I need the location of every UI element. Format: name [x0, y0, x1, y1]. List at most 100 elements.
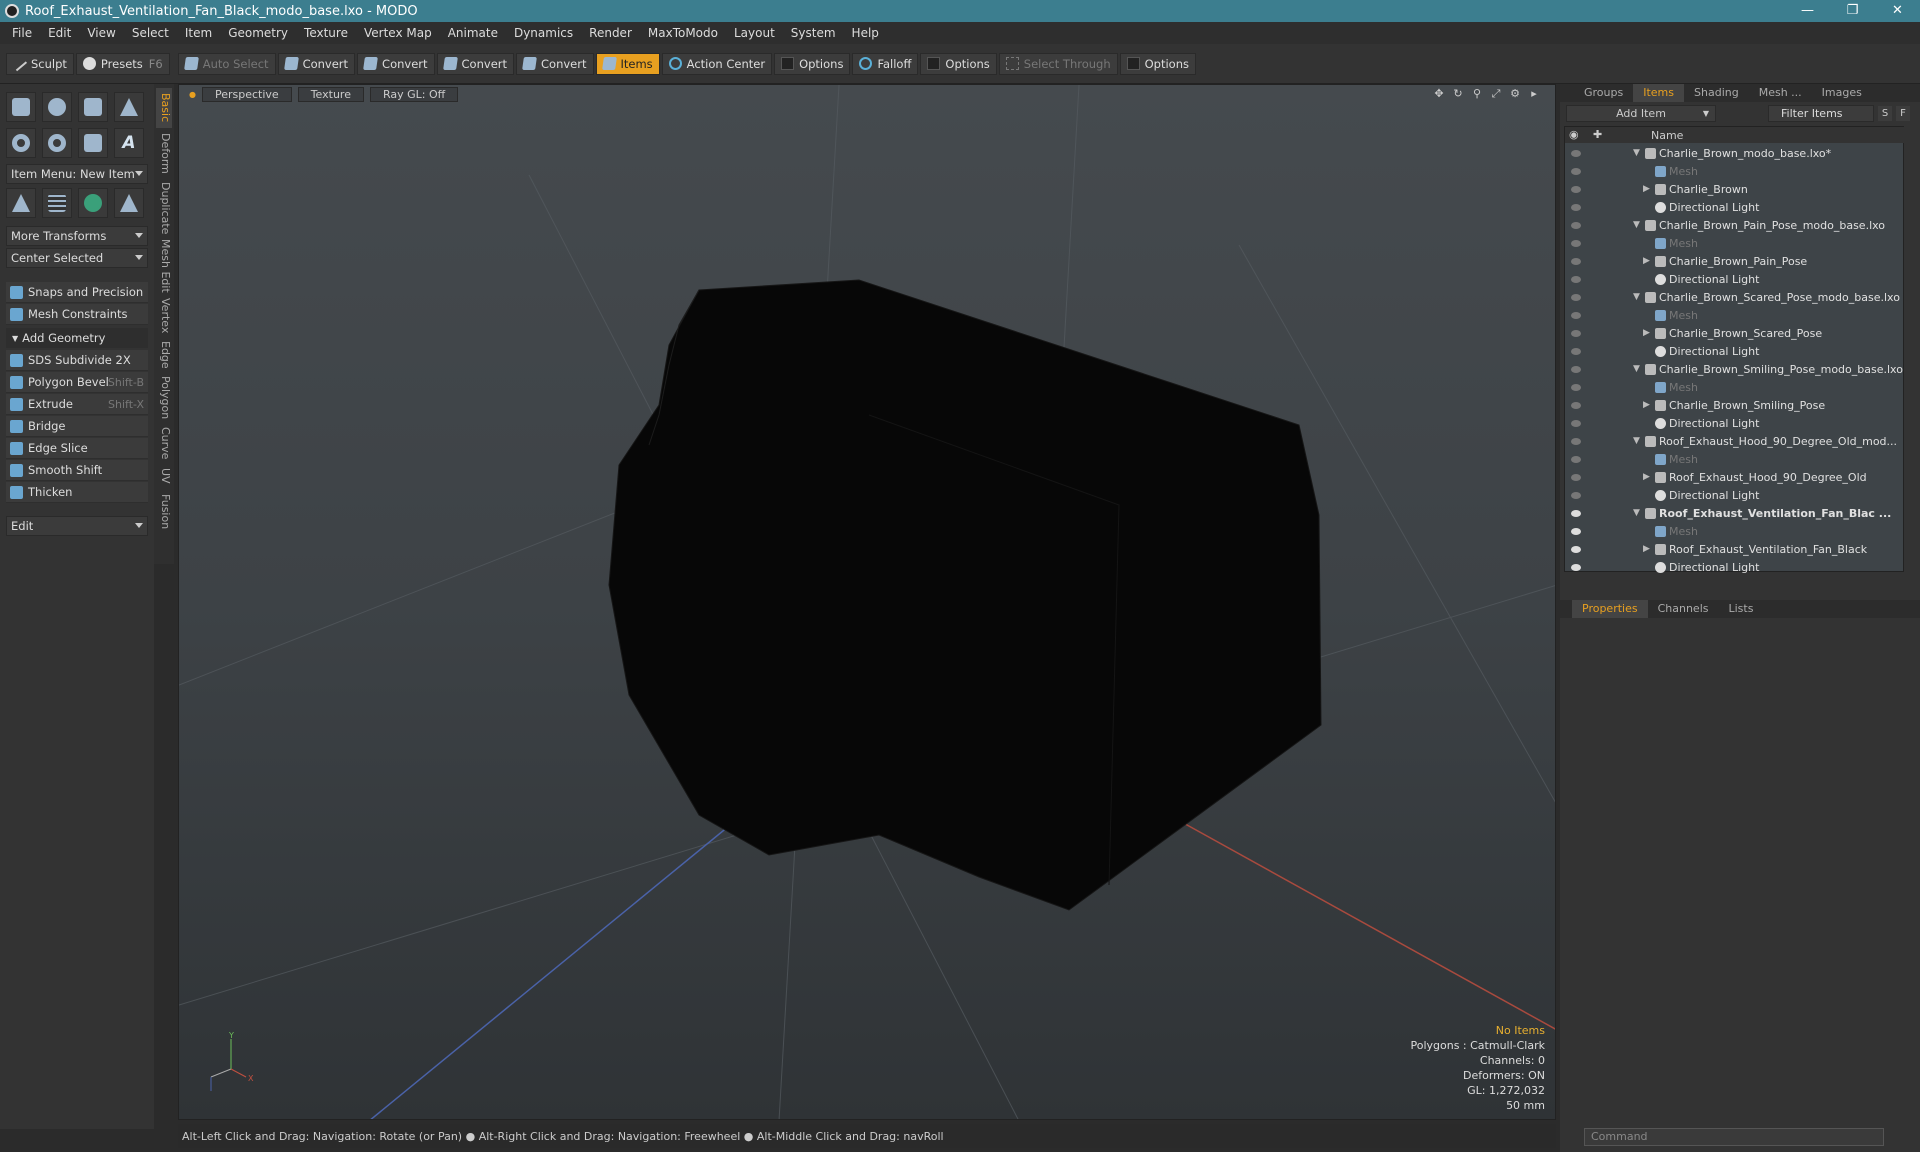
action-center-button[interactable]: Action Center: [661, 52, 773, 75]
item-list-row[interactable]: Directional Light: [1565, 559, 1905, 577]
smooth-shift-button[interactable]: Smooth Shift: [6, 460, 148, 481]
expand-triangle-icon[interactable]: ▶: [1643, 184, 1650, 194]
item-list-row[interactable]: ▶ Charlie_Brown_Pain_Pose: [1565, 253, 1905, 271]
visibility-eye-icon[interactable]: [1571, 312, 1581, 319]
menu-view[interactable]: View: [79, 26, 123, 40]
visibility-eye-icon[interactable]: [1571, 294, 1581, 301]
menu-dynamics[interactable]: Dynamics: [506, 26, 581, 40]
command-input[interactable]: Command: [1584, 1128, 1884, 1146]
visibility-eye-icon[interactable]: [1571, 384, 1581, 391]
visibility-eye-icon[interactable]: [1571, 240, 1581, 247]
visibility-eye-icon[interactable]: [1571, 204, 1581, 211]
item-list-row[interactable]: Mesh: [1565, 379, 1905, 397]
visibility-eye-icon[interactable]: [1571, 186, 1581, 193]
collapse-triangle-icon[interactable]: ▼: [1633, 508, 1640, 518]
expand-triangle-icon[interactable]: ▶: [1643, 328, 1650, 338]
add-item-dropdown[interactable]: Add Item ▼: [1566, 105, 1716, 122]
presets-button[interactable]: Presets F6: [75, 52, 170, 75]
visibility-eye-icon[interactable]: [1571, 564, 1581, 571]
auto-select-button[interactable]: Auto Select: [177, 52, 276, 75]
tab-groups[interactable]: Groups: [1574, 84, 1633, 102]
sphere-tool-button[interactable]: [42, 92, 72, 122]
play-arrow-icon[interactable]: ▸: [1527, 88, 1541, 100]
convert-polygons-button[interactable]: Convert: [436, 52, 515, 75]
visibility-eye-icon[interactable]: [1571, 438, 1581, 445]
tab-shading[interactable]: Shading: [1684, 84, 1749, 102]
polygon-bevel-button[interactable]: Polygon Bevel Shift-B: [6, 372, 148, 393]
collapse-triangle-icon[interactable]: ▼: [1633, 148, 1640, 158]
visibility-eye-icon[interactable]: [1571, 348, 1581, 355]
tab-properties[interactable]: Properties: [1572, 600, 1648, 618]
menu-edit[interactable]: Edit: [40, 26, 79, 40]
tab-duplicate[interactable]: Duplicate: [156, 180, 172, 236]
close-button[interactable]: ✕: [1875, 0, 1920, 22]
item-list-row[interactable]: ▼ Charlie_Brown_Pain_Pose_modo_base.lxo: [1565, 217, 1905, 235]
menu-render[interactable]: Render: [581, 26, 640, 40]
menu-item[interactable]: Item: [177, 26, 220, 40]
collapse-triangle-icon[interactable]: ▼: [1633, 436, 1640, 446]
visibility-eye-icon[interactable]: [1571, 222, 1581, 229]
pan-icon[interactable]: ✥: [1432, 88, 1446, 100]
viewport-menu-dot-icon[interactable]: ●: [189, 90, 196, 99]
collapse-triangle-icon[interactable]: ▼: [1633, 220, 1640, 230]
expand-triangle-icon[interactable]: ▶: [1643, 472, 1650, 482]
visibility-eye-icon[interactable]: [1571, 330, 1581, 337]
center-selected-dropdown[interactable]: Center Selected: [6, 248, 148, 268]
sds-subdivide-button[interactable]: SDS Subdivide 2X: [6, 350, 148, 371]
item-list-row[interactable]: Mesh: [1565, 235, 1905, 253]
menu-layout[interactable]: Layout: [726, 26, 783, 40]
zoom-icon[interactable]: ⚲: [1470, 88, 1484, 100]
item-list-row[interactable]: ▼ Roof_Exhaust_Hood_90_Degree_Old_mod...: [1565, 433, 1905, 451]
snaps-precision-button[interactable]: Snaps and Precision: [6, 282, 148, 303]
falloff-button[interactable]: Falloff: [852, 52, 919, 75]
bridge-button[interactable]: Bridge: [6, 416, 148, 437]
item-list-row[interactable]: ▼ Roof_Exhaust_Ventilation_Fan_Blac ...: [1565, 505, 1905, 523]
menu-help[interactable]: Help: [844, 26, 887, 40]
filter-s-button[interactable]: S: [1878, 106, 1892, 121]
texture-button[interactable]: Texture: [297, 86, 364, 102]
menu-vertex-map[interactable]: Vertex Map: [356, 26, 440, 40]
tab-basic[interactable]: Basic: [156, 88, 172, 128]
tab-images[interactable]: Images: [1812, 84, 1872, 102]
edge-slice-button[interactable]: Edge Slice: [6, 438, 148, 459]
visibility-eye-icon[interactable]: [1571, 366, 1581, 373]
3d-viewport[interactable]: ● Perspective Texture Ray GL: Off ✥ ↻ ⚲ …: [178, 84, 1556, 1120]
extrude-button[interactable]: Extrude Shift-X: [6, 394, 148, 415]
torus-tool-button[interactable]: [6, 128, 36, 158]
collapse-triangle-icon[interactable]: ▼: [1633, 292, 1640, 302]
visibility-column-eye-icon[interactable]: ◉: [1569, 128, 1579, 141]
expand-triangle-icon[interactable]: ▶: [1643, 256, 1650, 266]
convert-edges-button[interactable]: Convert: [357, 52, 435, 75]
visibility-eye-icon[interactable]: [1571, 276, 1581, 283]
tab-channels[interactable]: Channels: [1648, 600, 1719, 618]
tab-curve[interactable]: Curve: [156, 424, 172, 462]
visibility-eye-icon[interactable]: [1571, 402, 1581, 409]
item-list-row[interactable]: Mesh: [1565, 307, 1905, 325]
visibility-eye-icon[interactable]: [1571, 474, 1581, 481]
tab-mesh-edit[interactable]: Mesh Edit: [156, 238, 172, 294]
tab-polygon[interactable]: Polygon: [156, 374, 172, 422]
visibility-eye-icon[interactable]: [1571, 168, 1581, 175]
maximize-viewport-icon[interactable]: ⤢: [1489, 88, 1503, 100]
options-button-3[interactable]: Options: [1119, 52, 1196, 75]
text-tool-button[interactable]: A: [114, 128, 144, 158]
item-list-row[interactable]: Directional Light: [1565, 271, 1905, 289]
cube-tool-button[interactable]: [6, 92, 36, 122]
tab-items[interactable]: Items: [1633, 84, 1685, 102]
more-transforms-dropdown[interactable]: More Transforms: [6, 226, 148, 246]
add-geometry-header[interactable]: ▼ Add Geometry: [6, 328, 148, 348]
menu-system[interactable]: System: [783, 26, 844, 40]
items-mode-button[interactable]: Items: [595, 52, 660, 75]
item-list-row[interactable]: Directional Light: [1565, 415, 1905, 433]
tab-mesh[interactable]: Mesh ...: [1749, 84, 1812, 102]
edit-dropdown[interactable]: Edit: [6, 516, 148, 536]
item-list-row[interactable]: ▶ Charlie_Brown: [1565, 181, 1905, 199]
item-list-row[interactable]: ▼ Charlie_Brown_modo_base.lxo*: [1565, 145, 1905, 163]
item-list-row[interactable]: Directional Light: [1565, 199, 1905, 217]
filter-items-input[interactable]: Filter Items: [1768, 105, 1874, 122]
rotate-icon[interactable]: ↻: [1451, 88, 1465, 100]
globe-tool-button[interactable]: [78, 188, 108, 218]
sculpt-button[interactable]: Sculpt: [6, 52, 74, 75]
item-list-row[interactable]: ▶ Roof_Exhaust_Ventilation_Fan_Black: [1565, 541, 1905, 559]
item-list-row[interactable]: Directional Light: [1565, 487, 1905, 505]
